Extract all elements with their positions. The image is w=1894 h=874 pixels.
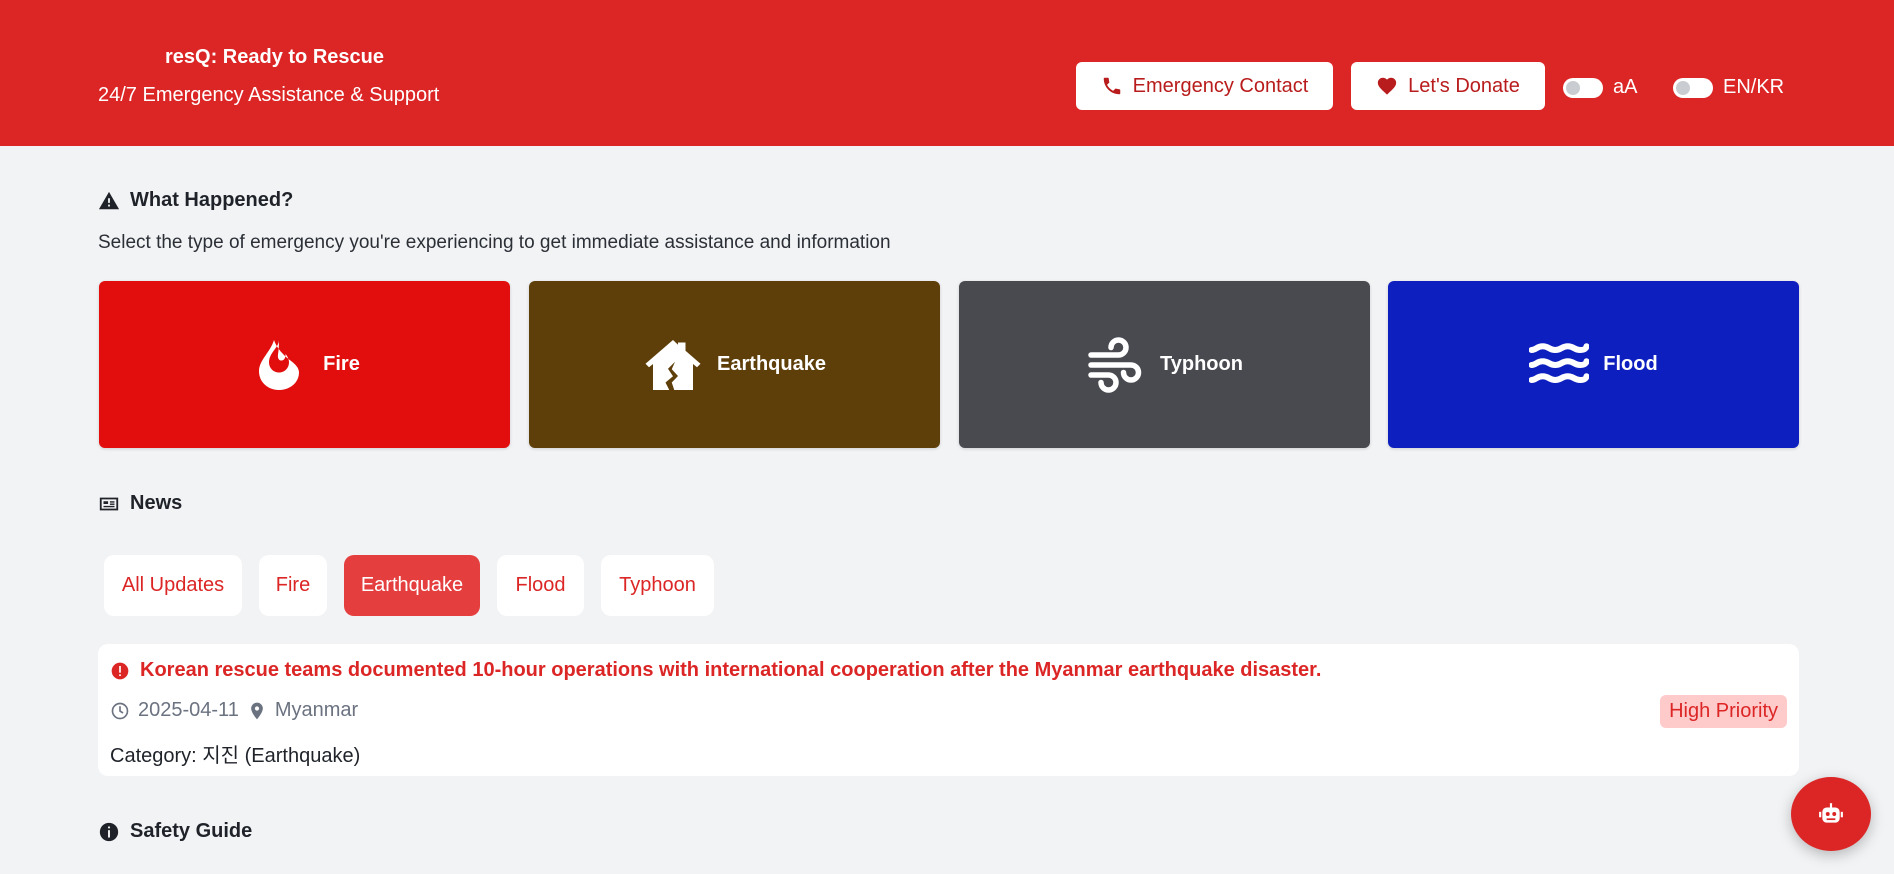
clock-icon <box>111 702 129 719</box>
alert-circle-icon <box>111 662 129 679</box>
donate-label: Let's Donate <box>1408 74 1520 97</box>
news-filter-flood[interactable]: Flood <box>497 555 584 616</box>
emergency-card-typhoon[interactable]: Typhoon <box>959 281 1370 448</box>
app-header: resQ: Ready to Rescue 24/7 Emergency Ass… <box>0 0 1894 146</box>
language-switch[interactable] <box>1673 77 1713 98</box>
warning-icon <box>98 191 120 209</box>
safety-guide-label: Safety Guide <box>130 820 253 842</box>
font-size-toggle-label: aA <box>1613 76 1638 98</box>
what-happened-label: What Happened? <box>130 189 294 211</box>
wind-icon <box>1088 336 1142 393</box>
news-location: Myanmar <box>274 699 359 721</box>
news-filter-all[interactable]: All Updates <box>104 555 242 616</box>
heart-icon <box>1377 77 1397 95</box>
emergency-card-typhoon-label: Typhoon <box>1160 353 1243 375</box>
emergency-card-fire-label: Fire <box>323 353 360 375</box>
news-filter-typhoon[interactable]: Typhoon <box>601 555 714 616</box>
house-crack-icon <box>645 339 701 390</box>
news-filter-fire[interactable]: Fire <box>259 555 327 616</box>
fire-icon <box>259 339 300 390</box>
robot-icon <box>1819 803 1843 823</box>
donate-button[interactable]: Let's Donate <box>1351 62 1545 110</box>
phone-icon <box>1103 77 1120 95</box>
map-pin-icon <box>250 702 263 719</box>
emergency-card-flood[interactable]: Flood <box>1388 281 1799 448</box>
safety-guide-heading: Safety Guide <box>98 820 252 843</box>
app-subtitle: 24/7 Emergency Assistance & Support <box>98 84 440 106</box>
emergency-contact-button[interactable]: Emergency Contact <box>1076 62 1333 110</box>
font-size-toggle[interactable]: aA <box>1563 76 1637 99</box>
what-happened-intro: Select the type of emergency you're expe… <box>98 232 891 253</box>
app-title: resQ: Ready to Rescue <box>165 46 384 68</box>
news-meta: 2025-04-11 Myanmar <box>110 699 358 722</box>
chatbot-button[interactable] <box>1791 777 1871 851</box>
newspaper-icon <box>99 497 119 510</box>
news-filter-earthquake[interactable]: Earthquake <box>344 555 480 616</box>
news-headline-text: Korean rescue teams documented 10-hour o… <box>140 659 1322 681</box>
news-category: Category: 지진 (Earthquake) <box>110 745 361 767</box>
priority-badge: High Priority <box>1660 695 1787 728</box>
emergency-card-flood-label: Flood <box>1603 353 1658 375</box>
emergency-card-earthquake-label: Earthquake <box>717 353 826 375</box>
news-headline[interactable]: Korean rescue teams documented 10-hour o… <box>110 659 1321 682</box>
language-toggle[interactable]: EN/KR <box>1673 76 1784 99</box>
info-circle-icon <box>99 822 119 841</box>
emergency-contact-label: Emergency Contact <box>1132 74 1309 97</box>
font-size-switch[interactable] <box>1563 77 1603 98</box>
news-label: News <box>130 492 183 514</box>
language-toggle-label: EN/KR <box>1723 76 1785 98</box>
what-happened-heading: What Happened? <box>98 189 293 212</box>
news-date: 2025-04-11 <box>138 699 239 721</box>
water-icon <box>1529 342 1590 383</box>
emergency-card-fire[interactable]: Fire <box>99 281 510 448</box>
emergency-card-earthquake[interactable]: Earthquake <box>529 281 940 448</box>
news-heading: News <box>98 492 182 515</box>
news-item[interactable]: Korean rescue teams documented 10-hour o… <box>98 644 1799 776</box>
